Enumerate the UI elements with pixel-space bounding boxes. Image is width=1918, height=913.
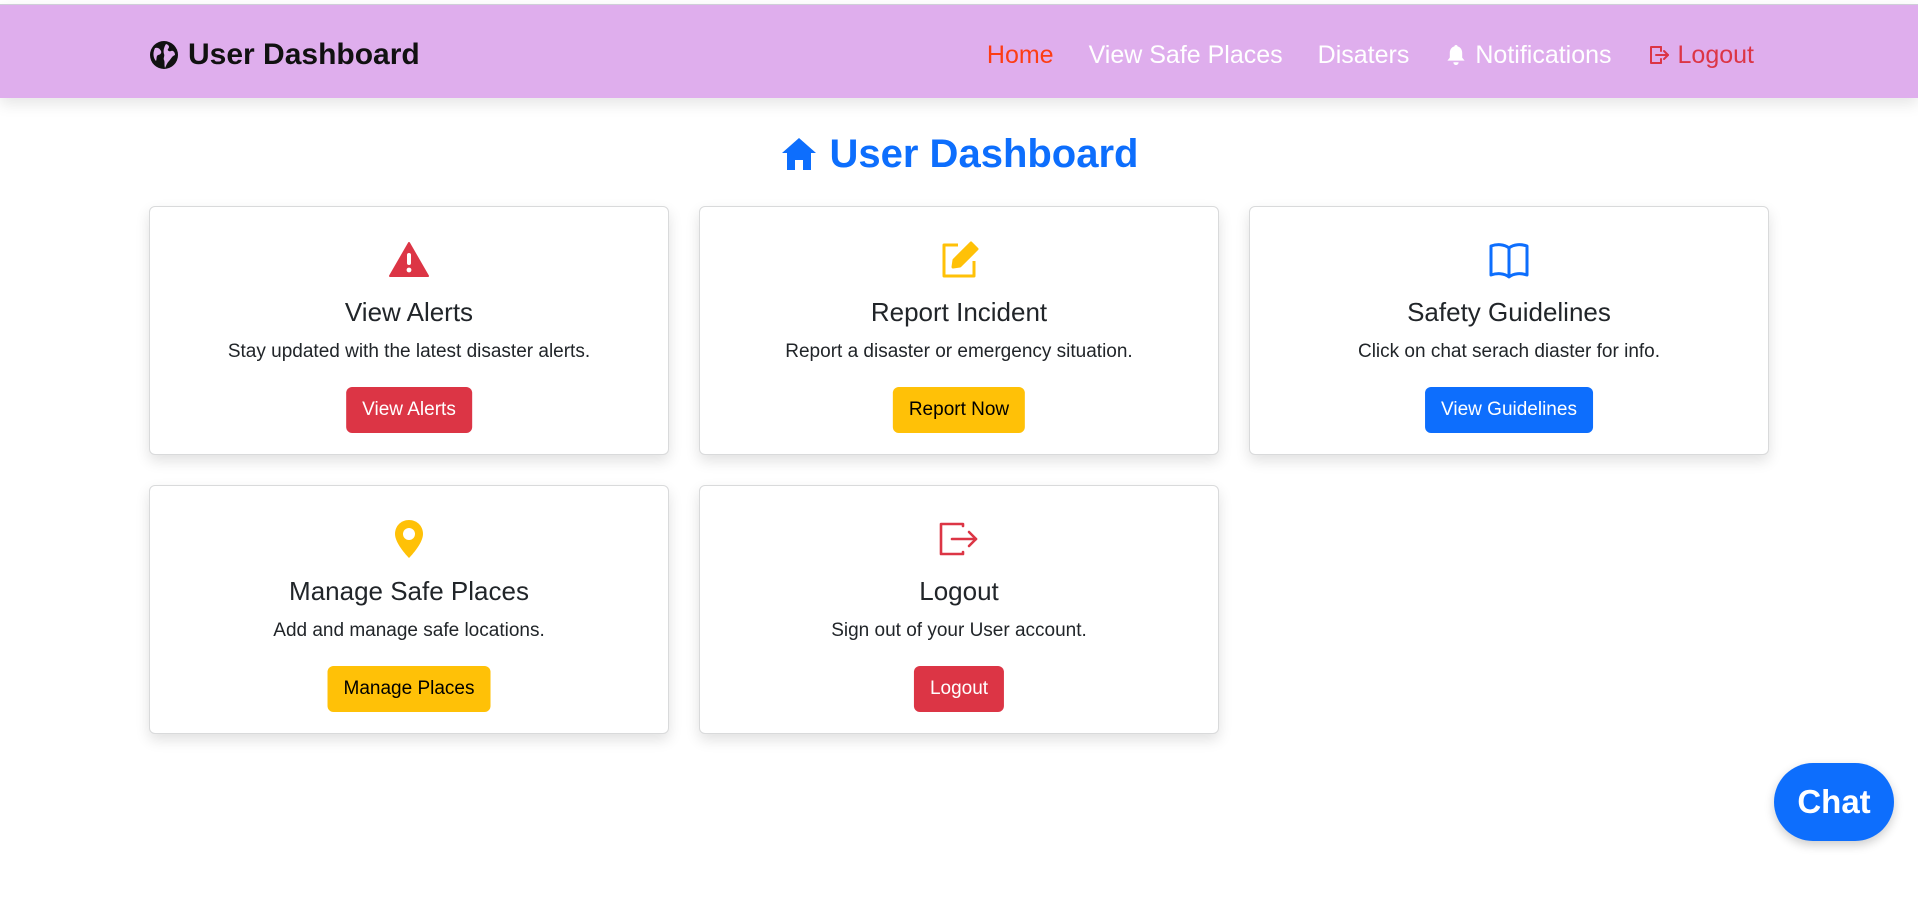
- card-view-alerts: View Alerts Stay updated with the latest…: [149, 206, 669, 455]
- main-nav: Home View Safe Places Disaters Notificat…: [987, 35, 1754, 75]
- edit-icon: [938, 239, 980, 281]
- card-title: View Alerts: [344, 297, 474, 327]
- nav-item-label: Home: [986, 40, 1054, 69]
- nav-item-logout[interactable]: Logout: [1647, 41, 1754, 70]
- globe-icon: [148, 39, 180, 71]
- warning-triangle-icon: [388, 239, 430, 281]
- card-report-incident: Report Incident Report a disaster or eme…: [699, 206, 1219, 455]
- bell-icon: [1444, 43, 1468, 67]
- nav-item-label: Notifications: [1475, 40, 1612, 69]
- card-description: Stay updated with the latest disaster al…: [227, 341, 591, 362]
- logout-icon: [1647, 43, 1671, 67]
- location-pin-icon: [388, 518, 430, 560]
- card-description: Sign out of your User account.: [831, 620, 1087, 641]
- card-manage-safe-places: Manage Safe Places Add and manage safe l…: [149, 485, 669, 734]
- page-title: User Dashboard: [0, 128, 1918, 180]
- card-description: Report a disaster or emergency situation…: [785, 341, 1133, 362]
- card-title: Report Incident: [870, 297, 1048, 327]
- view-guidelines-button[interactable]: View Guidelines: [1425, 387, 1593, 433]
- card-title: Manage Safe Places: [289, 576, 529, 606]
- nav-item-label: View Safe Places: [1088, 40, 1283, 69]
- nav-item-label: Logout: [1677, 40, 1754, 69]
- card-description: Click on chat serach diaster for info.: [1357, 341, 1661, 362]
- card-description: Add and manage safe locations.: [273, 620, 545, 641]
- nav-item-notifications[interactable]: Notifications: [1444, 40, 1612, 70]
- nav-item-disasters[interactable]: Disaters: [1318, 41, 1410, 70]
- card-safety-guidelines: Safety Guidelines Click on chat serach d…: [1249, 206, 1769, 455]
- book-icon: [1488, 239, 1530, 281]
- chat-button[interactable]: Chat: [1774, 763, 1894, 841]
- brand[interactable]: User Dashboard: [148, 35, 420, 75]
- nav-item-home[interactable]: Home: [987, 41, 1054, 70]
- card-title: Safety Guidelines: [1407, 297, 1611, 327]
- card-logout: Logout Sign out of your User account. Lo…: [699, 485, 1219, 734]
- navbar: User Dashboard Home View Safe Places Dis…: [0, 4, 1918, 98]
- home-icon: [780, 135, 818, 173]
- nav-item-view-safe-places[interactable]: View Safe Places: [1089, 41, 1283, 70]
- nav-item-label: Disaters: [1317, 40, 1410, 69]
- logout-icon: [938, 518, 980, 560]
- brand-title: User Dashboard: [188, 38, 420, 71]
- view-alerts-button[interactable]: View Alerts: [346, 387, 472, 433]
- page-title-text: User Dashboard: [829, 131, 1139, 176]
- report-now-button[interactable]: Report Now: [892, 387, 1026, 433]
- card-title: Logout: [919, 576, 999, 606]
- logout-button[interactable]: Logout: [913, 666, 1005, 712]
- manage-places-button[interactable]: Manage Places: [327, 666, 491, 712]
